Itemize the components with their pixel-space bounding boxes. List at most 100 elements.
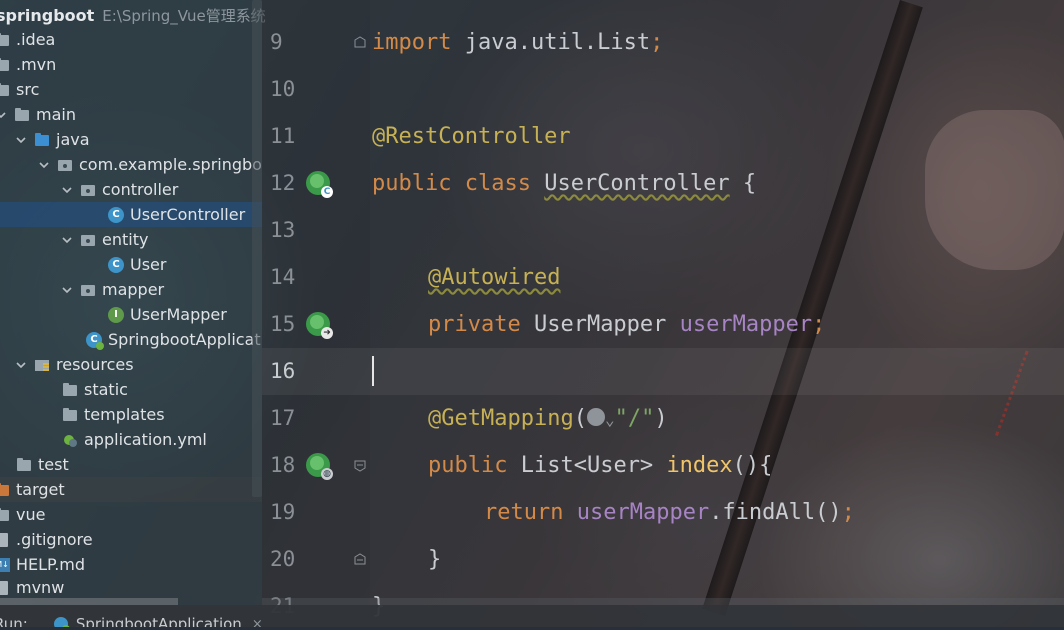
- field-reference: userMapper: [576, 500, 710, 525]
- tree-item-label: test: [38, 455, 69, 474]
- tree-item-static[interactable]: static: [0, 377, 262, 402]
- tree-item-label: .idea: [16, 30, 56, 49]
- folder-icon: [62, 407, 78, 423]
- tree-item-application-yml[interactable]: application.yml: [0, 427, 262, 452]
- yml-file-icon: [62, 432, 78, 448]
- tree-item-mapper[interactable]: mapper: [0, 277, 262, 302]
- markdown-file-icon: [0, 557, 10, 573]
- editor-horizontal-scrollbar[interactable]: [262, 598, 1064, 605]
- tree-item-vue[interactable]: vue: [0, 502, 262, 527]
- tree-item-idea[interactable]: .idea: [0, 27, 262, 52]
- tree-item-mvnw[interactable]: mvnw: [0, 577, 262, 598]
- tree-item-main[interactable]: main: [0, 102, 262, 127]
- code-editor[interactable]: 9 10 11 12 13 14 15 16 17 18 19 20 21 C …: [262, 0, 1064, 619]
- interface-icon: I: [108, 306, 124, 323]
- tree-item-resources[interactable]: resources: [0, 352, 262, 377]
- tree-item-label: java: [56, 130, 90, 149]
- tree-item-label: vue: [16, 505, 46, 524]
- tree-item-gitignore[interactable]: .gitignore: [0, 527, 262, 552]
- excluded-folder-icon: [0, 482, 10, 498]
- tree-item-target[interactable]: target: [0, 477, 262, 502]
- tree-item-entity[interactable]: entity: [0, 227, 262, 252]
- project-root-row[interactable]: springboot E:\Spring_Vue管理系统: [0, 4, 266, 26]
- annotation-getmapping: @GetMapping: [428, 406, 574, 431]
- folder-icon: [0, 57, 10, 73]
- tree-item-usercontroller[interactable]: C UserController: [0, 202, 262, 227]
- tree-item-templates[interactable]: templates: [0, 402, 262, 427]
- code-line-11[interactable]: @RestController: [372, 113, 571, 160]
- tree-item-label: SpringbootApplication: [108, 330, 262, 349]
- tree-item-label: com.example.springboot: [79, 155, 262, 174]
- semicolon: ;: [650, 30, 664, 55]
- tree-horizontal-scrollbar[interactable]: [0, 598, 178, 605]
- fold-marker-icon[interactable]: [354, 460, 366, 472]
- chevron-down-icon[interactable]: [62, 235, 72, 245]
- tree-item-java[interactable]: java: [0, 127, 262, 152]
- chevron-down-icon[interactable]: [16, 360, 26, 370]
- tree-item-user[interactable]: C User: [0, 252, 262, 277]
- chevron-down-icon[interactable]: [39, 160, 49, 170]
- package-icon: [57, 157, 73, 173]
- tree-item-label: UserMapper: [130, 305, 227, 324]
- project-name: springboot: [0, 5, 95, 25]
- code-line-19[interactable]: return userMapper.findAll();: [484, 489, 855, 536]
- tree-item-help-md[interactable]: HELP.md: [0, 552, 262, 577]
- tree-item-springbootapplication[interactable]: C SpringbootApplication: [0, 327, 262, 352]
- tree-item-label: HELP.md: [16, 555, 86, 574]
- tree-item-src[interactable]: src: [0, 77, 262, 102]
- tree-item-package-root[interactable]: com.example.springboot: [0, 152, 262, 177]
- tree-item-label: application.yml: [84, 430, 207, 449]
- spring-bean-gutter-icon[interactable]: C: [306, 171, 333, 198]
- tree-item-controller[interactable]: controller: [0, 177, 262, 202]
- line-number: 9: [270, 30, 283, 54]
- code-line-14[interactable]: @Autowired: [428, 254, 560, 301]
- globe-icon[interactable]: [586, 408, 605, 426]
- code-line-15[interactable]: private UserMapper userMapper;: [428, 301, 825, 348]
- open-paren: (: [573, 406, 587, 431]
- endpoint-gutter-icon[interactable]: ◍: [306, 453, 333, 480]
- code-line-12[interactable]: public class UserController {: [372, 160, 756, 207]
- tree-item-usermapper[interactable]: I UserMapper: [0, 302, 262, 327]
- line-number: 18: [270, 453, 296, 477]
- class-badge-icon: C: [321, 186, 333, 198]
- tree-item-label: controller: [102, 180, 179, 199]
- line-number: 12: [270, 171, 296, 195]
- fold-marker-icon[interactable]: [354, 36, 366, 48]
- chevron-down-icon[interactable]: ⌄: [605, 410, 615, 429]
- chevron-down-icon[interactable]: [62, 285, 72, 295]
- fold-marker-icon[interactable]: [354, 553, 366, 565]
- chevron-down-icon[interactable]: [62, 185, 72, 195]
- autowired-navigate-gutter-icon[interactable]: ➜: [306, 312, 333, 339]
- line-number: 13: [270, 218, 296, 242]
- code-line-17[interactable]: @GetMapping(⌄"/"): [428, 395, 668, 442]
- spring-app-icon: [53, 617, 70, 627]
- run-tool-window-bar: Run: SpringbootApplication ×: [0, 605, 1064, 627]
- resources-folder-icon: [34, 357, 50, 373]
- tree-item-test[interactable]: test: [0, 452, 262, 477]
- run-tab-springbootapplication[interactable]: SpringbootApplication ×: [53, 615, 263, 628]
- code-line-18[interactable]: public List<User> index(){: [428, 442, 772, 489]
- package-icon: [80, 282, 96, 298]
- tree-item-label: target: [16, 480, 65, 499]
- open-brace: {: [729, 171, 757, 196]
- tree-item-mvn[interactable]: .mvn: [0, 52, 262, 77]
- chevron-down-icon[interactable]: [16, 135, 26, 145]
- close-icon[interactable]: ×: [252, 617, 263, 628]
- code-line-20[interactable]: }: [428, 536, 441, 583]
- folder-icon: [62, 382, 78, 398]
- annotation-autowired: @Autowired: [428, 265, 561, 290]
- code-line-9[interactable]: import java.util.List;: [372, 19, 663, 66]
- text-cursor: [372, 356, 374, 386]
- tree-vertical-scrollbar[interactable]: [252, 0, 262, 497]
- method-call: .findAll(): [709, 500, 842, 525]
- run-tab-label: SpringbootApplication: [75, 615, 242, 627]
- keyword-public-class: public class: [372, 171, 531, 196]
- class-icon: C: [108, 206, 124, 223]
- field-name: userMapper: [679, 312, 813, 337]
- folder-icon: [0, 82, 10, 98]
- project-path: E:\Spring_Vue管理系统: [102, 6, 266, 25]
- tree-item-label: main: [36, 105, 76, 124]
- line-number: 15: [270, 312, 296, 336]
- chevron-down-icon[interactable]: [0, 110, 6, 120]
